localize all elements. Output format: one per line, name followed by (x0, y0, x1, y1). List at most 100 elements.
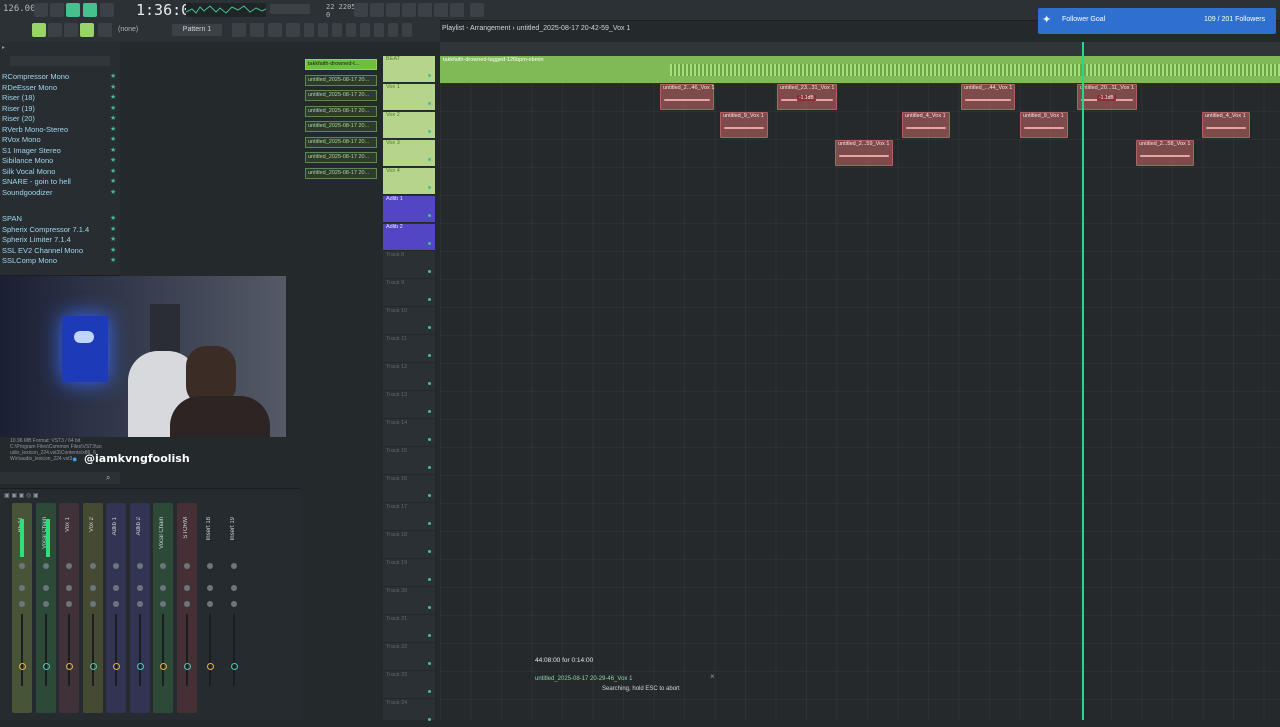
typing-keyboard-icon[interactable] (100, 3, 114, 17)
stereo-knob[interactable] (113, 601, 119, 607)
stereo-knob[interactable] (230, 585, 237, 591)
cut-icon[interactable] (370, 3, 384, 17)
vocal-audio-clip[interactable]: untitled_20...11_Vox 1 -1.1dB (1077, 84, 1137, 110)
track-header[interactable]: Vox 2 (383, 112, 435, 139)
pencil-icon[interactable] (304, 23, 314, 37)
pan-knob[interactable] (42, 563, 49, 569)
stereo-knob[interactable] (66, 601, 72, 607)
playlist-arrangement[interactable]: takkfaith-drowned-tagged-126bpm-ebmin un… (440, 56, 1280, 720)
playlist-icon[interactable] (286, 23, 300, 37)
track-enable-icon[interactable] (428, 662, 431, 665)
stereo-knob[interactable] (183, 585, 190, 591)
plugin-icon[interactable] (434, 3, 448, 17)
snap-icon[interactable] (32, 23, 46, 37)
favorite-star-icon[interactable]: ★ (110, 72, 116, 80)
search-icon[interactable]: ⌕ (106, 473, 110, 483)
stereo-knob[interactable] (230, 601, 237, 607)
playback-icon[interactable] (402, 23, 412, 37)
pattern-item[interactable]: untitled_2025-08-17 20... (305, 90, 377, 101)
send-knob[interactable] (136, 663, 144, 670)
mic-icon[interactable] (386, 3, 400, 17)
track-enable-icon[interactable] (428, 690, 431, 693)
track-header[interactable]: Track 20 (383, 588, 435, 615)
favorite-star-icon[interactable]: ★ (110, 93, 116, 101)
export-icon[interactable] (450, 3, 464, 17)
stereo-knob[interactable] (42, 601, 49, 607)
tempo-display[interactable]: 126.00 (3, 4, 36, 14)
pattern-select[interactable]: Pattern 1 (172, 24, 222, 36)
stereo-knob[interactable] (89, 585, 96, 591)
browser-plugin-item[interactable]: SNARE - goin to hell (2, 177, 71, 186)
pan-knob[interactable] (89, 563, 96, 569)
track-enable-icon[interactable] (428, 410, 431, 413)
stereo-knob[interactable] (136, 585, 143, 591)
pattern-mode-icon[interactable] (66, 3, 80, 17)
browser-plugin-item[interactable]: S1 Imager Stereo (2, 146, 61, 155)
track-enable-icon[interactable] (428, 270, 431, 273)
track-enable-icon[interactable] (428, 494, 431, 497)
playhead-marker[interactable] (1082, 42, 1084, 720)
vocal-audio-clip[interactable]: untitled_2...59_Vox 1 (835, 140, 893, 166)
volume-fader[interactable] (185, 614, 188, 686)
pan-knob[interactable] (207, 563, 213, 569)
volume-fader[interactable] (232, 614, 235, 686)
send-knob[interactable] (230, 663, 238, 670)
favorite-star-icon[interactable]: ★ (110, 177, 116, 185)
vocal-audio-clip[interactable]: untitled_...44_Vox 1 (961, 84, 1015, 110)
pan-knob[interactable] (160, 563, 166, 569)
brush-tool-icon[interactable] (98, 23, 112, 37)
browser-plugin-item[interactable]: SSLComp Mono (2, 256, 57, 265)
record-mode-icon[interactable] (50, 3, 64, 17)
beat-audio-clip[interactable]: takkfaith-drowned-tagged-126bpm-ebmin (440, 56, 1280, 83)
pencil-tool-icon[interactable] (80, 23, 94, 37)
track-enable-icon[interactable] (428, 606, 431, 609)
track-header[interactable]: Track 15 (383, 448, 435, 475)
pattern-item[interactable]: untitled_2025-08-17 20... (305, 152, 377, 163)
browser-plugin-item[interactable]: RVox Mono (2, 135, 41, 144)
track-enable-icon[interactable] (428, 326, 431, 329)
save-icon[interactable] (418, 3, 432, 17)
line-tool-icon[interactable] (64, 23, 78, 37)
upload-icon[interactable] (470, 3, 484, 17)
vocal-audio-clip[interactable]: untitled_4_Vox 1 (902, 112, 950, 138)
favorite-star-icon[interactable]: ★ (110, 167, 116, 175)
track-header[interactable]: Track 24 (383, 700, 435, 727)
vocal-audio-clip[interactable]: untitled_4_Vox 1 (1202, 112, 1250, 138)
zoom-icon[interactable] (388, 23, 398, 37)
delete-icon[interactable] (332, 23, 342, 37)
track-header[interactable]: Adlib 1 (383, 196, 435, 223)
browser-tabs[interactable] (10, 56, 110, 66)
pan-knob[interactable] (183, 563, 190, 569)
favorite-star-icon[interactable]: ★ (110, 246, 116, 254)
track-header[interactable]: Track 21 (383, 616, 435, 643)
track-header[interactable]: Track 12 (383, 364, 435, 391)
track-enable-icon[interactable] (428, 634, 431, 637)
close-icon[interactable]: × (710, 672, 715, 681)
help-icon[interactable] (402, 3, 416, 17)
pan-knob[interactable] (66, 563, 72, 569)
browser-plugin-item[interactable]: Soundgoodizer (2, 188, 52, 197)
track-header[interactable]: Track 10 (383, 308, 435, 335)
pattern-item[interactable]: takkfaith-drowned-t... (305, 59, 377, 70)
browser-plugin-item[interactable]: Riser (18) (2, 93, 35, 102)
favorite-star-icon[interactable]: ★ (110, 225, 116, 233)
send-knob[interactable] (89, 663, 97, 670)
track-enable-icon[interactable] (428, 214, 431, 217)
track-enable-icon[interactable] (428, 550, 431, 553)
slice-icon[interactable] (360, 23, 370, 37)
favorite-star-icon[interactable]: ★ (110, 135, 116, 143)
track-header[interactable]: Vox 3 (383, 140, 435, 167)
send-knob[interactable] (183, 663, 191, 670)
track-header[interactable]: Track 19 (383, 560, 435, 587)
stereo-knob[interactable] (160, 585, 166, 591)
favorite-star-icon[interactable]: ★ (110, 235, 116, 243)
track-enable-icon[interactable] (428, 130, 431, 133)
browser-search-bar[interactable]: ⌕ (0, 472, 120, 484)
favorite-star-icon[interactable]: ★ (110, 256, 116, 264)
favorite-star-icon[interactable]: ★ (110, 214, 116, 222)
track-header[interactable]: Track 8 (383, 252, 435, 279)
stereo-knob[interactable] (183, 601, 190, 607)
track-enable-icon[interactable] (428, 158, 431, 161)
vocal-audio-clip[interactable]: untitled_23...31_Vox 1 -1.1dB (777, 84, 837, 110)
browser-plugin-item[interactable]: Sibilance Mono (2, 156, 53, 165)
